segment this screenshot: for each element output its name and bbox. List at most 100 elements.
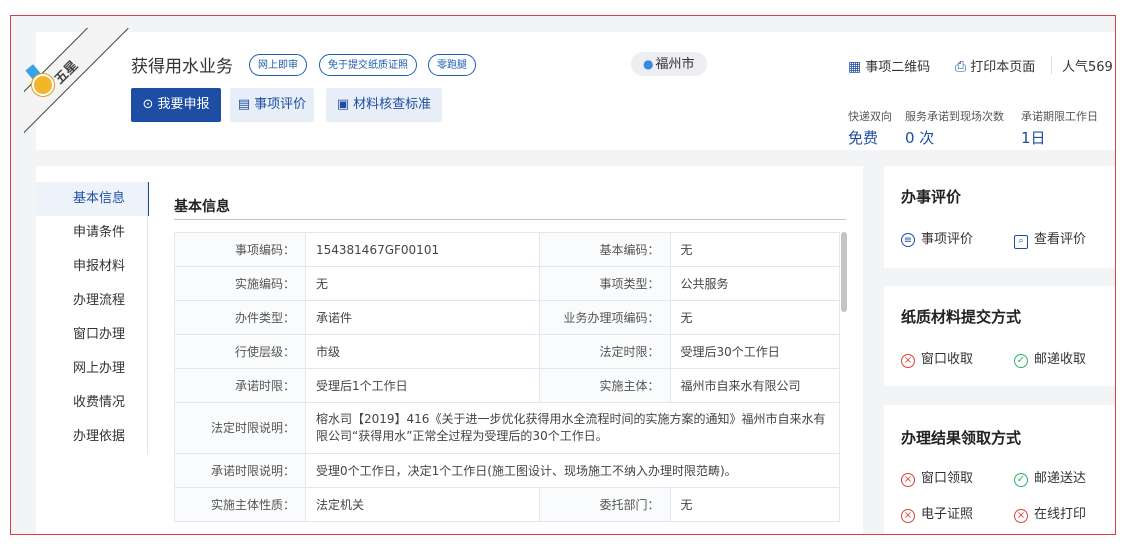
row-label: 委托部门： (538, 487, 671, 522)
apply-button-label: 我要申报 (157, 97, 210, 112)
row-label: 实施主体性质： (174, 487, 306, 522)
row-value: 公共服务 (669, 266, 841, 301)
row-label: 事项编码： (174, 232, 306, 267)
stat-value-deadline: 1日 (1021, 129, 1046, 147)
nav-item-window[interactable]: 窗口办理 (36, 318, 149, 352)
row-label: 行使层级： (174, 334, 306, 369)
tag-zero-trip: 零跑腿 (428, 54, 476, 76)
row-value: 无 (669, 487, 841, 522)
medal-icon (32, 74, 54, 96)
row-value: 榕水司【2019】416《关于进一步优化获得用水全流程时间的实施方案的通知》福州… (305, 402, 840, 454)
service-title: 获得用水业务 (131, 57, 233, 77)
table-row: 事项编码： 154381467GF00101 基本编码： 无 (174, 232, 841, 267)
result-pickup-card: 办理结果领取方式 × 窗口领取 ✓ 邮递送达 × 电子证照 × 在线打印 (884, 405, 1115, 534)
e-license-option: × 电子证照 (901, 503, 973, 523)
header-divider (1051, 56, 1052, 74)
row-value: 市级 (305, 334, 540, 369)
nav-item-basic-info[interactable]: 基本信息 (36, 182, 149, 216)
city-name: 福州市 (655, 57, 695, 72)
evaluate-item-label: 事项评价 (254, 97, 307, 112)
paper-submission-card: 纸质材料提交方式 × 窗口收取 ✓ 邮递收取 (884, 286, 1115, 386)
nav-item-conditions[interactable]: 申请条件 (36, 216, 149, 250)
mail-collect-option: ✓ 邮递收取 (1014, 348, 1086, 368)
row-label: 办件类型： (174, 300, 306, 335)
stat-label-express: 快递双向 (848, 110, 892, 123)
table-row: 办件类型： 承诺件 业务办理项编码： 无 (174, 300, 841, 335)
mail-delivery-option: ✓ 邮递送达 (1014, 467, 1086, 487)
window-collect-option: × 窗口收取 (901, 348, 973, 368)
row-label: 承诺时限： (174, 368, 306, 403)
table-row: 承诺时限： 受理后1个工作日 实施主体： 福州市自来水有限公司 (174, 368, 841, 403)
print-page-link[interactable]: ⎙ 打印本页面 (955, 56, 1035, 75)
row-label: 业务办理项编码： (538, 300, 671, 335)
row-label: 实施主体： (538, 368, 671, 403)
city-selector[interactable]: ● 福州市 (631, 52, 707, 76)
qrcode-label: 事项二维码 (865, 60, 931, 75)
evaluation-card: 办事评价 ≡ 事项评价 ⌕ 查看评价 (884, 166, 1115, 268)
qrcode-link[interactable]: ▦ 事项二维码 (848, 56, 930, 75)
service-header: 五星 获得用水业务 网上即审 免于提交纸质证照 零跑腿 ● 福州市 ⊙ 我要申报 … (24, 28, 1115, 150)
popularity-count: 人气569 (1062, 60, 1113, 75)
nav-item-basis[interactable]: 办理依据 (36, 420, 149, 454)
row-value: 154381467GF00101 (305, 232, 540, 267)
search-doc-icon: ⌕ (1014, 235, 1028, 249)
document-icon: ▣ (336, 97, 350, 112)
view-evaluation-text: 查看评价 (1034, 232, 1087, 247)
table-row: 法定时限说明： 榕水司【2019】416《关于进一步优化获得用水全流程时间的实施… (174, 402, 840, 454)
section-title: 基本信息 (174, 199, 230, 215)
stat-label-deadline: 承诺期限工作日 (1021, 110, 1098, 123)
close-circle-icon: × (1014, 509, 1028, 523)
evaluate-item-link[interactable]: ≡ 事项评价 (901, 228, 973, 247)
row-value: 无 (669, 300, 841, 335)
qrcode-icon: ▦ (848, 59, 862, 75)
location-pin-icon: ● (643, 57, 654, 71)
online-print-option: × 在线打印 (1014, 503, 1086, 523)
view-evaluation-link[interactable]: ⌕ 查看评价 (1014, 228, 1086, 249)
e-license-text: 电子证照 (921, 507, 974, 522)
row-label: 事项类型： (538, 266, 671, 301)
check-circle-icon: ✓ (1014, 473, 1028, 487)
mail-collect-text: 邮递收取 (1034, 352, 1087, 367)
main-panel: 基本信息 申请条件 申报材料 办理流程 窗口办理 网上办理 收费情况 办理依据 … (36, 166, 863, 534)
close-circle-icon: × (901, 473, 915, 487)
apply-button[interactable]: ⊙ 我要申报 (131, 88, 221, 122)
row-value: 受理0个工作日，决定1个工作日(施工图设计、现场施工不纳入办理时限范畴)。 (305, 453, 840, 488)
nav-item-fees[interactable]: 收费情况 (36, 386, 149, 420)
row-label: 实施编码： (174, 266, 306, 301)
row-value: 无 (669, 232, 841, 267)
print-label: 打印本页面 (970, 60, 1036, 75)
row-value: 福州市自来水有限公司 (669, 368, 841, 403)
nav-item-materials[interactable]: 申报材料 (36, 250, 149, 284)
table-row: 承诺时限说明： 受理0个工作日，决定1个工作日(施工图设计、现场施工不纳入办理时… (174, 453, 840, 488)
table-row: 行使层级： 市级 法定时限： 受理后30个工作日 (174, 334, 841, 369)
printer-icon: ⎙ (955, 59, 967, 75)
row-value: 受理后30个工作日 (669, 334, 841, 369)
row-label: 承诺时限说明： (174, 453, 306, 488)
rating-ribbon: 五星 (24, 28, 134, 138)
page-frame: 五星 获得用水业务 网上即审 免于提交纸质证照 零跑腿 ● 福州市 ⊙ 我要申报 … (10, 15, 1116, 535)
close-circle-icon: × (901, 354, 915, 368)
row-label: 基本编码： (538, 232, 671, 267)
stat-value-visits: 0 次 (905, 129, 935, 147)
list-circle-icon: ≡ (901, 233, 915, 247)
nav-item-online[interactable]: 网上办理 (36, 352, 149, 386)
evaluate-item-button[interactable]: ▤ 事项评价 (230, 88, 314, 122)
tag-online-review: 网上即审 (249, 54, 307, 76)
window-pickup-option: × 窗口领取 (901, 467, 973, 487)
table-scrollbar[interactable] (841, 232, 847, 312)
result-card-title: 办理结果领取方式 (901, 429, 1022, 447)
stat-label-visits: 服务承诺到现场次数 (905, 110, 1004, 123)
section-underline (174, 219, 846, 220)
basic-info-table: 事项编码： 154381467GF00101 基本编码： 无 实施编码： 无 事… (174, 232, 841, 522)
edit-doc-icon: ▤ (237, 97, 251, 112)
row-value: 受理后1个工作日 (305, 368, 540, 403)
arrow-circle-icon: ⊙ (142, 97, 158, 112)
material-standard-button[interactable]: ▣ 材料核查标准 (326, 88, 442, 122)
tag-no-paper: 免于提交纸质证照 (319, 54, 417, 76)
table-row: 实施编码： 无 事项类型： 公共服务 (174, 266, 841, 301)
evaluation-card-title: 办事评价 (901, 188, 962, 206)
close-circle-icon: × (901, 509, 915, 523)
evaluate-item-text: 事项评价 (921, 232, 974, 247)
stat-value-express: 免费 (848, 129, 879, 147)
nav-item-process[interactable]: 办理流程 (36, 284, 149, 318)
